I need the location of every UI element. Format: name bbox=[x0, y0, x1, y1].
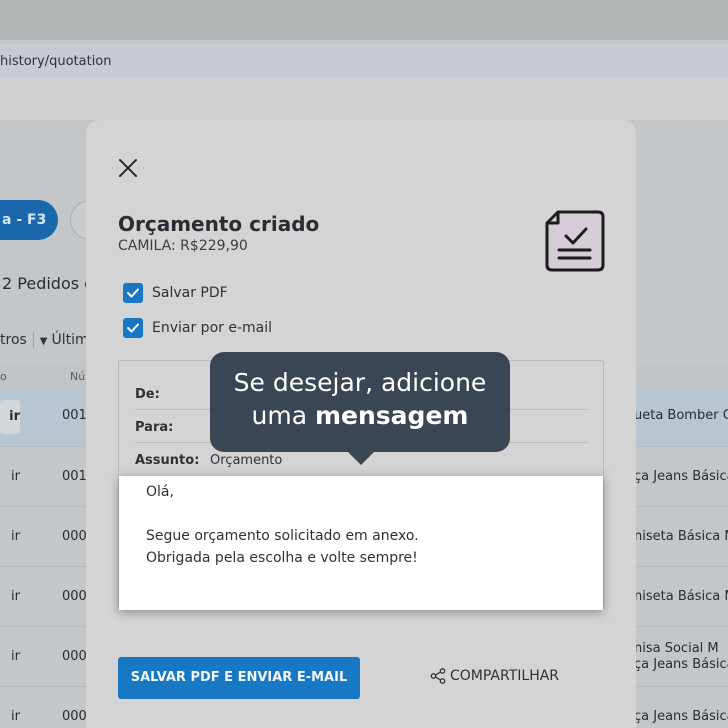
add-message-tooltip: Se desejar, adicione uma mensagem bbox=[210, 352, 510, 452]
close-icon[interactable] bbox=[118, 158, 138, 178]
save-pdf-and-send-email-button[interactable]: SALVAR PDF E ENVIAR E-MAIL bbox=[118, 657, 360, 699]
message-greeting: Olá, bbox=[146, 484, 174, 500]
caret-down-icon: ▼ bbox=[39, 336, 48, 347]
divider bbox=[32, 332, 34, 348]
send-email-checkbox[interactable] bbox=[123, 318, 143, 338]
new-quotation-button[interactable]: a - F3 bbox=[0, 200, 58, 240]
tooltip-arrow bbox=[347, 451, 375, 465]
checkmark-icon bbox=[127, 288, 139, 298]
save-pdf-label: Salvar PDF bbox=[152, 285, 228, 301]
row-product: ça Jeans Básica bbox=[634, 469, 728, 484]
send-email-label: Enviar por e-mail bbox=[152, 320, 272, 336]
row-product: ueta Bomber G bbox=[634, 408, 728, 423]
tooltip-line-2: uma mensagem bbox=[210, 401, 510, 430]
tooltip-line-1: Se desejar, adicione bbox=[233, 368, 487, 397]
checkmark-icon bbox=[127, 323, 139, 333]
row-number: 000 bbox=[62, 649, 87, 664]
row-product: niseta Básica M bbox=[634, 589, 728, 604]
filters-bar: tros ▼ Últim bbox=[0, 332, 89, 348]
subject-value[interactable]: Orçamento bbox=[210, 453, 282, 468]
row-product: ça Jeans Básica bbox=[634, 657, 728, 672]
row-action-button[interactable]: ir bbox=[0, 400, 20, 434]
column-header-number: Nú bbox=[70, 370, 86, 383]
app-header bbox=[0, 80, 728, 120]
to-label: Para: bbox=[135, 420, 174, 435]
browser-tab-strip bbox=[0, 0, 728, 40]
row-number: 000 bbox=[62, 709, 87, 724]
row-number: 000 bbox=[62, 589, 87, 604]
save-pdf-checkbox[interactable] bbox=[123, 283, 143, 303]
send-email-checkbox-row[interactable]: Enviar por e-mail bbox=[123, 318, 272, 338]
orders-count: 2 Pedidos e bbox=[2, 274, 94, 293]
row-product: niseta Básica M bbox=[634, 529, 728, 544]
subject-label: Assunto: bbox=[135, 453, 200, 468]
row-number: 001 bbox=[62, 469, 87, 484]
row-product: nisa Social M bbox=[634, 641, 719, 656]
save-pdf-checkbox-row[interactable]: Salvar PDF bbox=[123, 283, 228, 303]
filters-label[interactable]: tros bbox=[0, 332, 27, 348]
tooltip-line-2-prefix: uma bbox=[251, 401, 315, 430]
row-action-button[interactable]: ir bbox=[0, 709, 20, 724]
modal-title: Orçamento criado bbox=[118, 212, 320, 236]
share-icon bbox=[430, 668, 446, 684]
address-bar-url: history/quotation bbox=[0, 54, 112, 69]
row-number: 001 bbox=[62, 408, 87, 423]
message-textarea[interactable]: Olá, Segue orçamento solicitado em anexo… bbox=[119, 476, 603, 610]
row-product: ça Jeans Básica bbox=[634, 709, 728, 724]
message-line-1: Segue orçamento solicitado em anexo. bbox=[146, 528, 419, 544]
message-line-2: Obrigada pela escolha e volte sempre! bbox=[146, 550, 418, 566]
row-action-button[interactable]: ir bbox=[0, 649, 20, 664]
from-label: De: bbox=[135, 387, 160, 402]
sort-label[interactable]: Últim bbox=[52, 332, 89, 348]
row-action-button[interactable]: ir bbox=[0, 589, 20, 604]
modal-subtitle: CAMILA: R$229,90 bbox=[118, 238, 248, 254]
share-label: COMPARTILHAR bbox=[450, 668, 560, 684]
row-action-button[interactable]: ir bbox=[0, 469, 20, 484]
share-button[interactable]: COMPARTILHAR bbox=[430, 668, 559, 684]
row-action-button[interactable]: ir bbox=[0, 529, 20, 544]
column-header-action: o bbox=[0, 370, 7, 383]
document-check-icon bbox=[545, 210, 605, 272]
row-number: 000 bbox=[62, 529, 87, 544]
tooltip-line-2-bold: mensagem bbox=[315, 401, 469, 430]
